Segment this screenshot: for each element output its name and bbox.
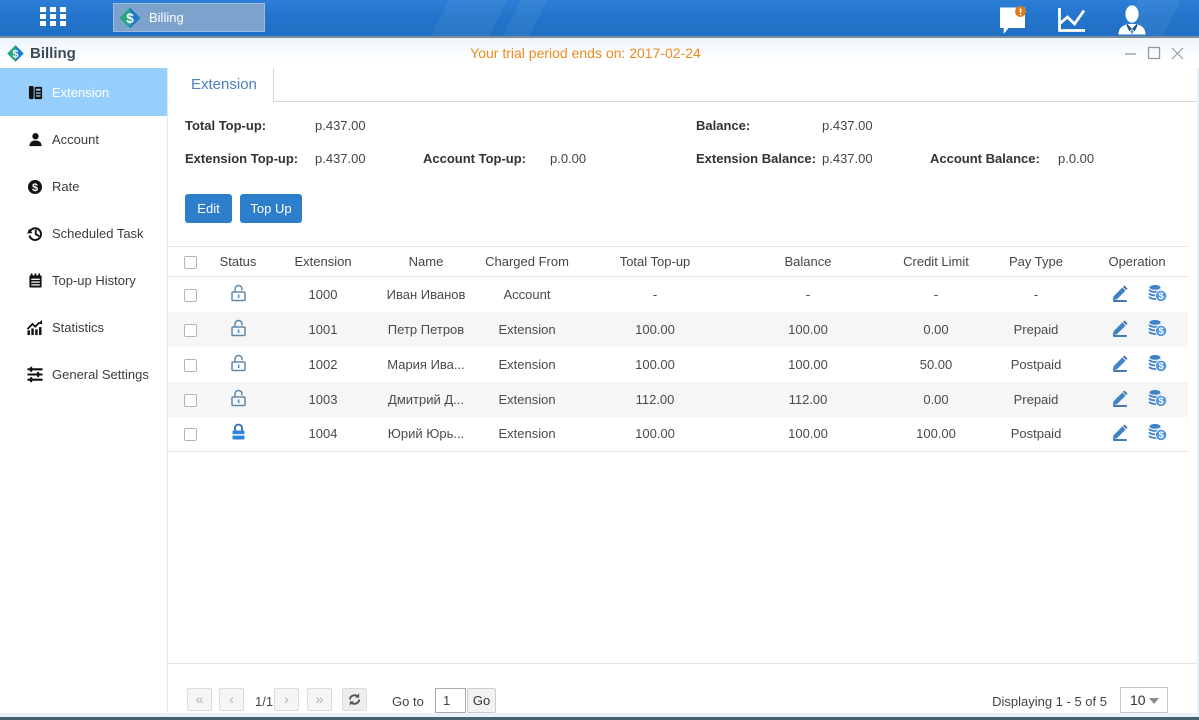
svg-text:$: $ [1159,361,1165,372]
svg-text:$: $ [1159,326,1165,337]
svg-text:$: $ [32,182,38,194]
svg-text:$: $ [126,10,134,25]
svg-text:$: $ [1159,291,1165,302]
svg-text:$: $ [1159,396,1165,407]
svg-text:$: $ [1159,430,1165,441]
